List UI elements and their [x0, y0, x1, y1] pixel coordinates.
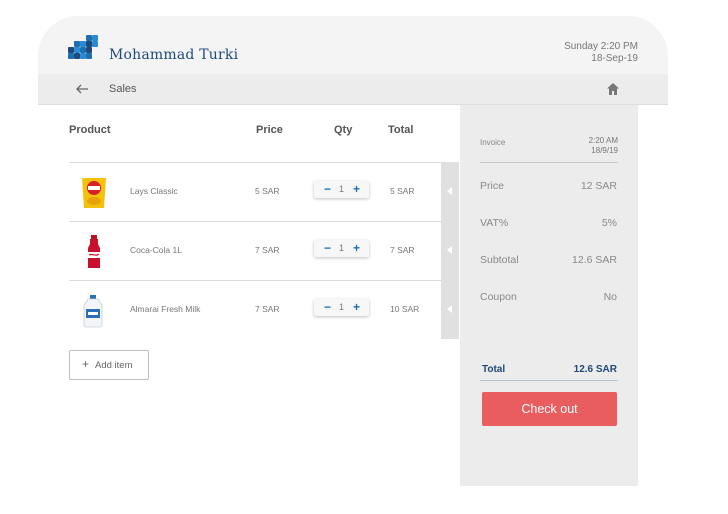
row-swipe-handle[interactable] [441, 162, 459, 221]
table-row: Coca-Cola 1L 7 SAR − 1 + 7 SAR [69, 221, 441, 281]
milk-jug-icon [83, 295, 103, 328]
chevron-left-icon [447, 187, 452, 195]
header-date: 18-Sep-19 [591, 53, 638, 64]
add-item-label: Add item [95, 360, 133, 371]
app-window: Mohammad Turki Sunday 2:20 PM 18-Sep-19 … [38, 16, 668, 486]
increase-qty-button[interactable]: + [353, 241, 360, 255]
product-price: 7 SAR [255, 304, 280, 314]
chevron-left-icon [447, 305, 452, 313]
logo-icon [68, 35, 98, 63]
price-value: 12 SAR [580, 180, 617, 192]
total-value: 12.6 SAR [573, 364, 617, 375]
divider [480, 380, 618, 381]
row-swipe-handle[interactable] [441, 280, 459, 339]
product-name: Almarai Fresh Milk [130, 304, 201, 314]
chevron-left-icon [447, 246, 452, 254]
divider [480, 162, 618, 163]
coupon-value: No [603, 291, 617, 303]
product-total: 5 SAR [390, 186, 415, 196]
home-icon[interactable] [605, 81, 621, 97]
row-swipe-handle[interactable] [441, 221, 459, 280]
invoice-panel: Invoice 2:20 AM 18/9/19 Price 12 SAR VAT… [460, 105, 638, 486]
column-header-product: Product [69, 124, 111, 136]
chips-bag-icon [82, 178, 106, 208]
column-header-total: Total [388, 124, 414, 136]
arrow-left-icon[interactable] [74, 81, 90, 97]
quantity-value: 1 [338, 302, 344, 312]
price-label: Price [480, 180, 504, 192]
vat-label: VAT% [480, 217, 509, 229]
quantity-stepper: − 1 + [314, 299, 369, 316]
product-total: 7 SAR [390, 245, 415, 255]
header-day-time: Sunday 2:20 PM [564, 41, 638, 52]
product-total: 10 SAR [390, 304, 420, 314]
invoice-time: 2:20 AM [588, 136, 618, 145]
subtotal-value: 12.6 SAR [572, 254, 617, 266]
product-price: 7 SAR [255, 245, 280, 255]
user-name: Mohammad Turki [109, 47, 239, 63]
coupon-label: Coupon [480, 291, 517, 303]
checkout-button[interactable]: Check out [482, 392, 617, 426]
subtotal-label: Subtotal [480, 254, 519, 266]
product-price: 5 SAR [255, 186, 280, 196]
total-label: Total [482, 364, 506, 375]
plus-icon: + [82, 357, 90, 371]
table-row: Lays Classic 5 SAR − 1 + 5 SAR [69, 162, 441, 222]
quantity-value: 1 [338, 243, 344, 253]
invoice-date: 18/9/19 [591, 146, 618, 155]
nav-bar: Sales [38, 74, 668, 105]
product-name: Lays Classic [130, 186, 178, 196]
column-header-price: Price [256, 124, 283, 136]
invoice-datetime: 2:20 AM 18/9/19 [589, 136, 618, 156]
increase-qty-button[interactable]: + [353, 182, 360, 196]
vat-value: 5% [601, 217, 617, 229]
add-item-button[interactable]: + Add item [69, 350, 149, 380]
header-datetime: Sunday 2:20 PM 18-Sep-19 [564, 41, 638, 65]
table-row: Almarai Fresh Milk 7 SAR − 1 + 10 SAR [69, 280, 441, 340]
invoice-label: Invoice [480, 138, 506, 147]
cola-bottle-icon [88, 235, 100, 268]
page-title: Sales [109, 83, 137, 95]
quantity-stepper: − 1 + [314, 240, 369, 257]
increase-qty-button[interactable]: + [353, 300, 360, 314]
quantity-stepper: − 1 + [314, 181, 369, 198]
quantity-value: 1 [338, 184, 344, 194]
app-header: Mohammad Turki Sunday 2:20 PM 18-Sep-19 [38, 16, 668, 74]
column-header-qty: Qty [334, 124, 353, 136]
product-name: Coca-Cola 1L [130, 245, 182, 255]
